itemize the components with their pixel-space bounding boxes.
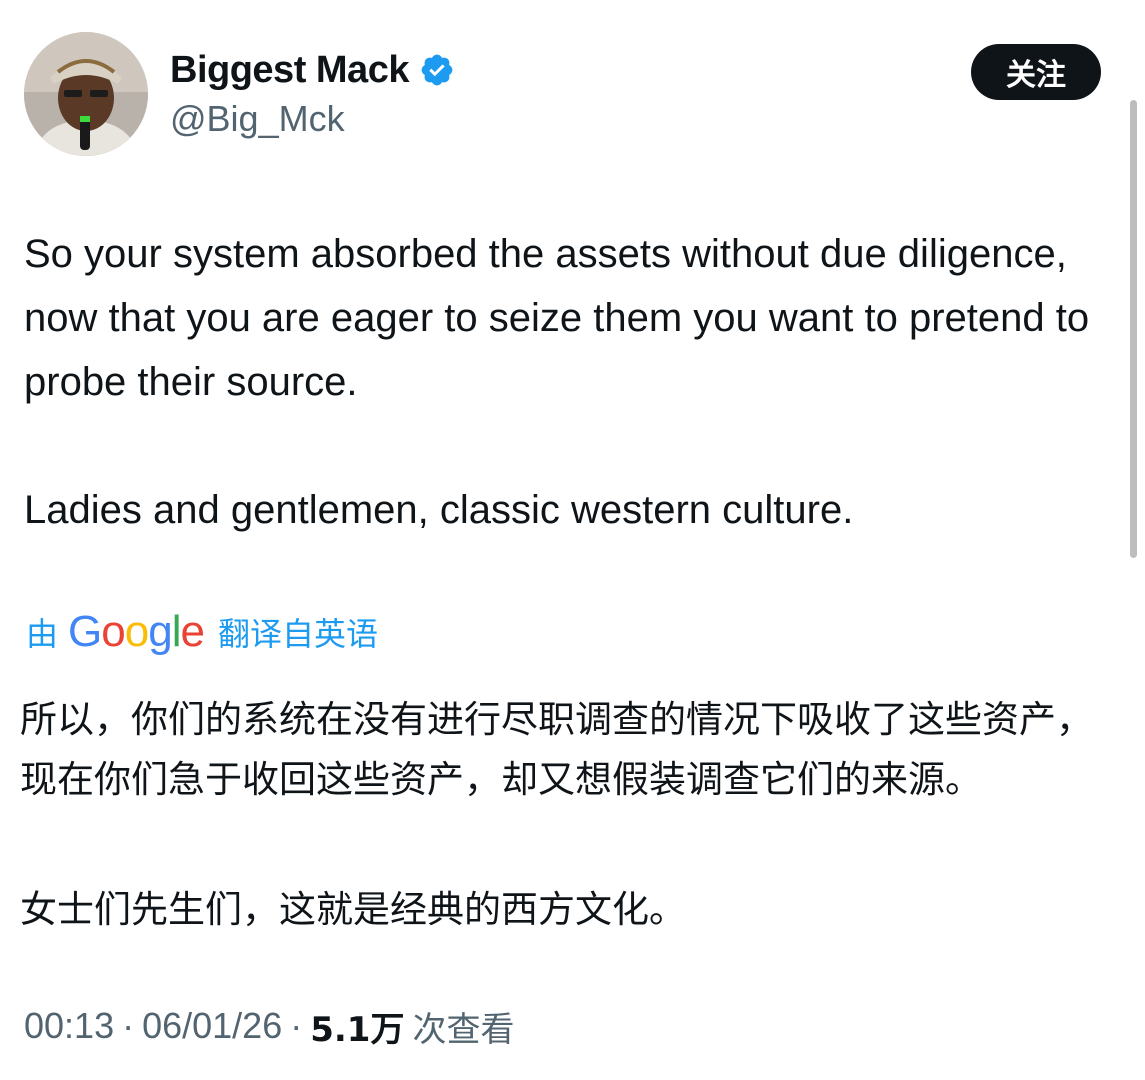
author-display-name[interactable]: Biggest Mack [170,49,409,92]
avatar[interactable] [24,32,148,156]
follow-button[interactable]: 关注 [971,44,1101,100]
tweet-card: Biggest Mack @Big_Mck 关注 So your system … [0,0,1145,1080]
author-name-row: Biggest Mack [170,44,455,96]
verified-badge-icon [419,52,455,88]
views-label: 次查看 [412,1009,515,1050]
google-logo: Google [68,607,205,656]
translated-text-paragraph: 所以，你们的系统在没有进行尽职调查的情况下吸收了这些资产，现在你们急于收回这些资… [20,698,1093,801]
scrollbar[interactable] [1130,100,1137,558]
tweet-meta: 00:13 · 06/01/26 · 5.1万 次查看 [24,1000,514,1052]
tweet-time[interactable]: 00:13 [24,1005,114,1047]
tweet-text-paragraph: Ladies and gentlemen, classic western cu… [24,488,854,532]
tweet-date[interactable]: 06/01/26 [142,1005,282,1047]
avatar-image [24,32,148,156]
translation-attribution[interactable]: 由 Google 翻译自英语 [26,604,378,660]
tweet-text-paragraph: So your system absorbed the assets witho… [24,232,1090,404]
author-handle[interactable]: @Big_Mck [170,98,345,140]
translated-text-paragraph: 女士们先生们，这就是经典的西方文化。 [20,888,686,931]
separator-dot: · [290,1005,303,1046]
translation-prefix: 由 [26,615,59,653]
views-count: 5.1万 [310,1009,405,1050]
separator-dot: · [122,1005,135,1046]
translation-suffix: 翻译自英语 [217,615,378,653]
